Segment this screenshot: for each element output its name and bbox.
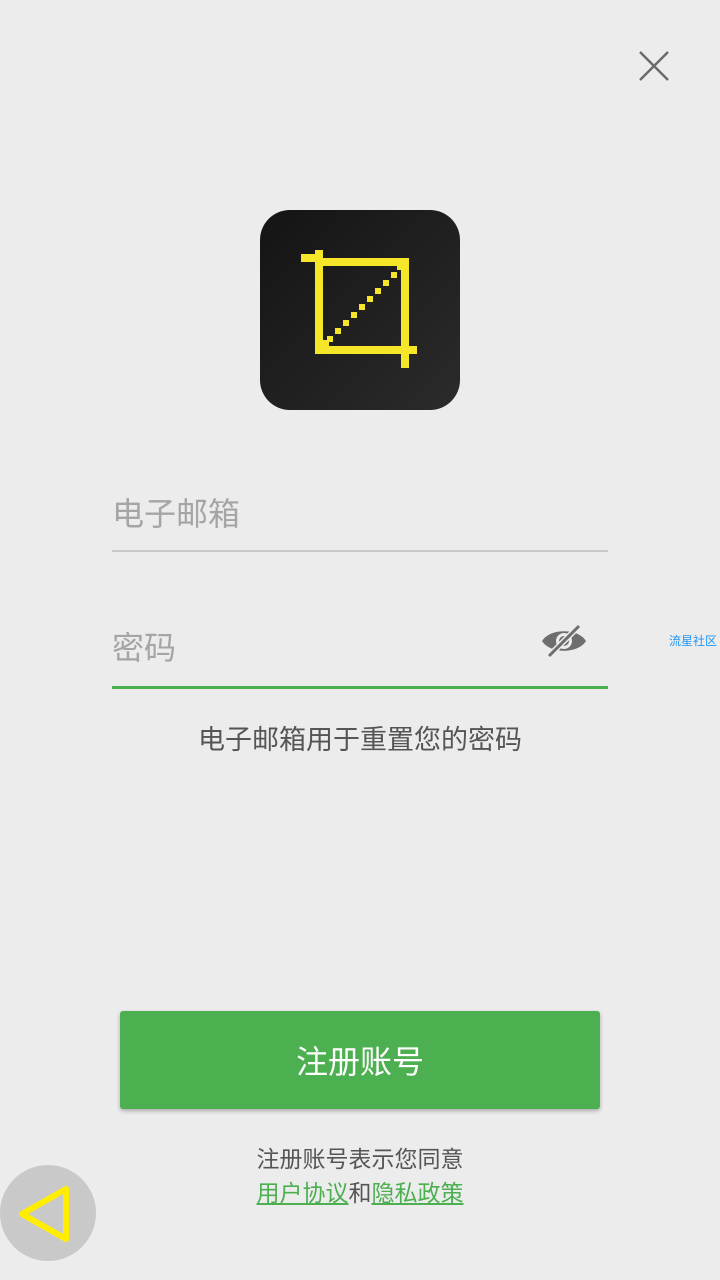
password-visibility-toggle[interactable] (540, 622, 588, 660)
side-label[interactable]: 流星社区 (669, 632, 720, 649)
eye-off-icon (542, 623, 586, 659)
user-agreement-link[interactable]: 用户协议 (257, 1181, 349, 1207)
terms-links-line: 用户协议和隐私政策 (0, 1177, 720, 1211)
app-logo (260, 210, 460, 410)
close-button[interactable] (630, 42, 678, 90)
password-field-wrapper (112, 614, 608, 689)
terms-prefix: 注册账号表示您同意 (256, 1147, 464, 1173)
password-field[interactable] (112, 614, 532, 682)
close-icon (639, 51, 669, 81)
crop-icon (301, 250, 417, 368)
register-button[interactable]: 注册账号 (120, 1011, 600, 1109)
register-screen: 流星社区 电子邮箱用于重置您的密码 注册账号 注册账号表示您同意 用户协议和隐私… (0, 0, 720, 1280)
email-field-wrapper (112, 480, 608, 552)
terms-notice: 注册账号表示您同意 用户协议和隐私政策 (0, 1143, 720, 1211)
email-hint: 电子邮箱用于重置您的密码 (198, 725, 522, 756)
back-button[interactable] (0, 1165, 96, 1261)
email-field[interactable] (112, 480, 532, 548)
triangle-back-icon (19, 1186, 69, 1242)
terms-conjunction: 和 (348, 1181, 372, 1207)
privacy-policy-link[interactable]: 隐私政策 (372, 1181, 464, 1207)
